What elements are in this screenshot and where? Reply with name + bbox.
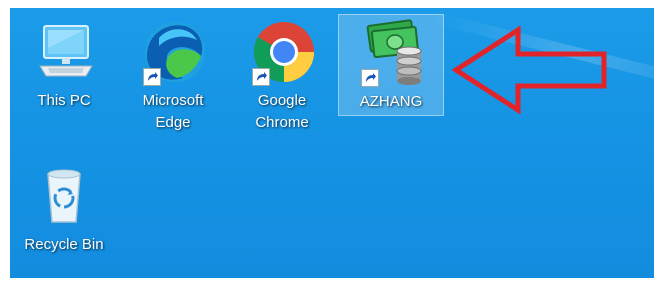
desktop-icon-microsoft-edge[interactable]: Microsoft Edge	[125, 16, 221, 134]
recycle-bin-icon	[28, 160, 100, 232]
desktop-icon-google-chrome[interactable]: Google Chrome	[234, 16, 330, 134]
shortcut-arrow-icon	[361, 69, 379, 87]
azhang-label: AZHANG	[359, 93, 423, 110]
shortcut-arrow-icon	[252, 68, 270, 86]
desktop-icon-this-pc[interactable]: This PC	[16, 16, 112, 112]
recycle-bin-label: Recycle Bin	[24, 236, 104, 253]
chrome-icon	[246, 16, 318, 88]
this-pc-label: This PC	[37, 92, 91, 109]
money-database-icon	[355, 17, 427, 89]
edge-label: Microsoft Edge	[142, 92, 204, 131]
desktop-icon-azhang[interactable]: AZHANG	[338, 14, 444, 116]
shortcut-arrow-icon	[143, 68, 161, 86]
edge-icon	[137, 16, 209, 88]
red-arrow-icon	[452, 25, 607, 115]
chrome-label: Google Chrome	[255, 92, 309, 131]
this-pc-icon	[28, 16, 100, 88]
desktop-icon-recycle-bin[interactable]: Recycle Bin	[16, 160, 112, 256]
desktop[interactable]: This PC Microsoft Edge Google Chrome AZH…	[10, 8, 654, 278]
